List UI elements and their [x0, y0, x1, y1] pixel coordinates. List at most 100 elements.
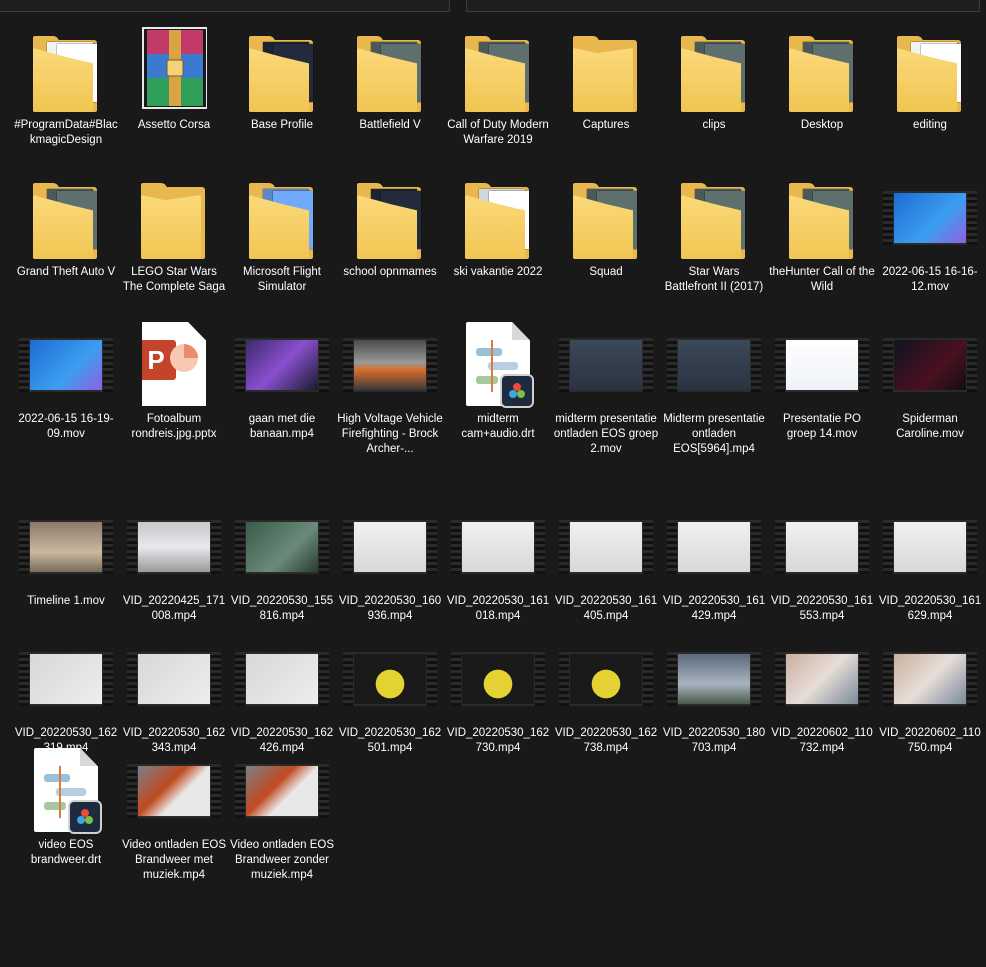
video-thumbnail: [342, 314, 438, 410]
video-thumbnail: [774, 628, 870, 724]
folder-icon: [126, 167, 222, 263]
file-item-call-of-duty-modern-warfare-2019[interactable]: Call of Duty Modern Warfare 2019: [444, 20, 552, 148]
file-item-vid-20220602-110732-mp4[interactable]: VID_20220602_110732.mp4: [768, 628, 876, 756]
file-item-gaan-met-die-banaan-mp4[interactable]: gaan met die banaan.mp4: [228, 314, 336, 442]
folder-icon: [774, 20, 870, 116]
file-name-label: Grand Theft Auto V: [16, 266, 116, 278]
file-item-thehunter-call-of-the-wild[interactable]: theHunter Call of the Wild: [768, 167, 876, 295]
folder-icon: [18, 20, 114, 116]
file-item-fotoalbum-rondreis-jpg-pptx[interactable]: P Fotoalbum rondreis.jpg.pptx: [120, 314, 228, 442]
file-item-grand-theft-auto-v[interactable]: Grand Theft Auto V: [12, 167, 120, 280]
video-thumbnail: [882, 167, 978, 263]
folder-icon: [450, 20, 546, 116]
file-item-video-eos-brandweer-drt[interactable]: video EOS brandweer.drt: [12, 740, 120, 868]
file-item-midterm-presentatie-ontladen-eos-groep-2-mov[interactable]: midterm presentatie ontladen EOS groep 2…: [552, 314, 660, 457]
file-item-midterm-cam-audio-drt[interactable]: midterm cam+audio.drt: [444, 314, 552, 442]
file-item-presentatie-po-groep-14-mov[interactable]: Presentatie PO groep 14.mov: [768, 314, 876, 442]
video-thumbnail: [18, 496, 114, 592]
file-name-label: gaan met die banaan.mp4: [248, 413, 316, 440]
video-thumbnail: [234, 740, 330, 836]
file-name-label: VID_20220530_162501.mp4: [338, 727, 442, 754]
file-item-vid-20220530-161018-mp4[interactable]: VID_20220530_161018.mp4: [444, 496, 552, 624]
file-name-label: VID_20220602_110750.mp4: [879, 727, 981, 754]
file-item-vid-20220425-171008-mp4[interactable]: VID_20220425_171008.mp4: [120, 496, 228, 624]
file-name-label: Captures: [582, 119, 630, 131]
file-item-vid-20220530-161553-mp4[interactable]: VID_20220530_161553.mp4: [768, 496, 876, 624]
file-name-label: Star Wars Battlefront II (2017): [664, 266, 764, 293]
video-thumbnail: [18, 314, 114, 410]
folder-icon: [666, 167, 762, 263]
file-item-spiderman-caroline-mov[interactable]: Spiderman Caroline.mov: [876, 314, 984, 442]
file-item-battlefield-v[interactable]: Battlefield V: [336, 20, 444, 133]
file-item-2022-06-15-16-16-12-mov[interactable]: 2022-06-15 16-16-12.mov: [876, 167, 984, 295]
folder-icon: [666, 20, 762, 116]
file-name-label: Video ontladen EOS Brandweer met muziek.…: [121, 839, 226, 881]
file-item-vid-20220530-180703-mp4[interactable]: VID_20220530_180703.mp4: [660, 628, 768, 756]
file-item-vid-20220530-161405-mp4[interactable]: VID_20220530_161405.mp4: [552, 496, 660, 624]
video-thumbnail: [342, 496, 438, 592]
file-name-label: Squad: [589, 266, 623, 278]
video-thumbnail: [882, 314, 978, 410]
file-name-label: VID_20220530_161018.mp4: [446, 595, 550, 622]
davinci-resolve-file-icon: [18, 740, 114, 836]
file-name-label: Base Profile: [250, 119, 313, 131]
file-item-captures[interactable]: Captures: [552, 20, 660, 133]
folder-icon: [450, 167, 546, 263]
file-name-label: Call of Duty Modern Warfare 2019: [447, 119, 549, 146]
file-item-lego-star-wars-the-complete-saga[interactable]: LEGO Star Wars The Complete Saga: [120, 167, 228, 295]
file-item-2022-06-15-16-19-09-mov[interactable]: 2022-06-15 16-19-09.mov: [12, 314, 120, 442]
file-item-vid-20220530-161429-mp4[interactable]: VID_20220530_161429.mp4: [660, 496, 768, 624]
file-item-programdata-blackmagicdesign[interactable]: #ProgramData#BlackmagicDesign: [12, 20, 120, 148]
file-item-vid-20220530-162730-mp4[interactable]: VID_20220530_162730.mp4: [444, 628, 552, 756]
file-item-video-ontladen-eos-brandweer-met-muziek-mp4[interactable]: Video ontladen EOS Brandweer met muziek.…: [120, 740, 228, 883]
file-name-label: VID_20220530_180703.mp4: [662, 727, 766, 754]
file-item-vid-20220602-110750-mp4[interactable]: VID_20220602_110750.mp4: [876, 628, 984, 756]
file-item-microsoft-flight-simulator[interactable]: Microsoft Flight Simulator: [228, 167, 336, 295]
davinci-resolve-logo-icon: [500, 374, 534, 408]
video-thumbnail: [666, 628, 762, 724]
video-thumbnail: [342, 628, 438, 724]
file-item-video-ontladen-eos-brandweer-zonder-muziek-mp4[interactable]: Video ontladen EOS Brandweer zonder muzi…: [228, 740, 336, 883]
file-item-vid-20220530-162426-mp4[interactable]: VID_20220530_162426.mp4: [228, 628, 336, 756]
file-item-school-opnmames[interactable]: school opnmames: [336, 167, 444, 280]
file-item-squad[interactable]: Squad: [552, 167, 660, 280]
file-name-label: midterm cam+audio.drt: [461, 413, 535, 440]
file-item-desktop[interactable]: Desktop: [768, 20, 876, 133]
file-grid: #ProgramData#BlackmagicDesign Assetto Cor…: [0, 0, 986, 967]
file-name-label: #ProgramData#BlackmagicDesign: [14, 119, 118, 146]
video-thumbnail: [234, 628, 330, 724]
file-name-label: LEGO Star Wars The Complete Saga: [122, 266, 226, 293]
winrar-archive-icon: [126, 20, 222, 116]
video-thumbnail: [666, 314, 762, 410]
file-name-label: VID_20220530_161629.mp4: [878, 595, 982, 622]
file-item-star-wars-battlefront-ii-2017[interactable]: Star Wars Battlefront II (2017): [660, 167, 768, 295]
file-item-clips[interactable]: clips: [660, 20, 768, 133]
file-item-vid-20220530-160936-mp4[interactable]: VID_20220530_160936.mp4: [336, 496, 444, 624]
file-item-vid-20220530-161629-mp4[interactable]: VID_20220530_161629.mp4: [876, 496, 984, 624]
file-item-ski-vakantie-2022[interactable]: ski vakantie 2022: [444, 167, 552, 280]
file-name-label: clips: [702, 119, 726, 131]
file-name-label: VID_20220530_161405.mp4: [554, 595, 658, 622]
file-item-timeline-1-mov[interactable]: Timeline 1.mov: [12, 496, 120, 609]
video-thumbnail: [666, 496, 762, 592]
file-item-assetto-corsa[interactable]: Assetto Corsa: [120, 20, 228, 133]
file-name-label: Timeline 1.mov: [27, 595, 105, 607]
file-item-vid-20220530-162738-mp4[interactable]: VID_20220530_162738.mp4: [552, 628, 660, 756]
file-name-label: theHunter Call of the Wild: [769, 266, 875, 293]
file-item-vid-20220530-162319-mp4[interactable]: VID_20220530_162319.mp4: [12, 628, 120, 756]
video-thumbnail: [558, 628, 654, 724]
file-name-label: video EOS brandweer.drt: [30, 839, 102, 866]
davinci-resolve-logo-icon: [68, 800, 102, 834]
file-item-vid-20220530-155816-mp4[interactable]: VID_20220530_155816.mp4: [228, 496, 336, 624]
file-item-base-profile[interactable]: Base Profile: [228, 20, 336, 133]
file-item-vid-20220530-162501-mp4[interactable]: VID_20220530_162501.mp4: [336, 628, 444, 756]
file-name-label: VID_20220530_161553.mp4: [770, 595, 874, 622]
folder-icon: [234, 20, 330, 116]
file-item-editing[interactable]: editing: [876, 20, 984, 133]
file-item-vid-20220530-162343-mp4[interactable]: VID_20220530_162343.mp4: [120, 628, 228, 756]
file-name-label: Desktop: [800, 119, 844, 131]
file-item-midterm-presentatie-ontladen-eos-5964-mp4[interactable]: Midterm presentatie ontladen EOS[5964].m…: [660, 314, 768, 457]
video-thumbnail: [882, 496, 978, 592]
video-thumbnail: [558, 496, 654, 592]
file-item-high-voltage-vehicle-firefighting-brock-archer[interactable]: High Voltage Vehicle Firefighting - Broc…: [336, 314, 444, 457]
